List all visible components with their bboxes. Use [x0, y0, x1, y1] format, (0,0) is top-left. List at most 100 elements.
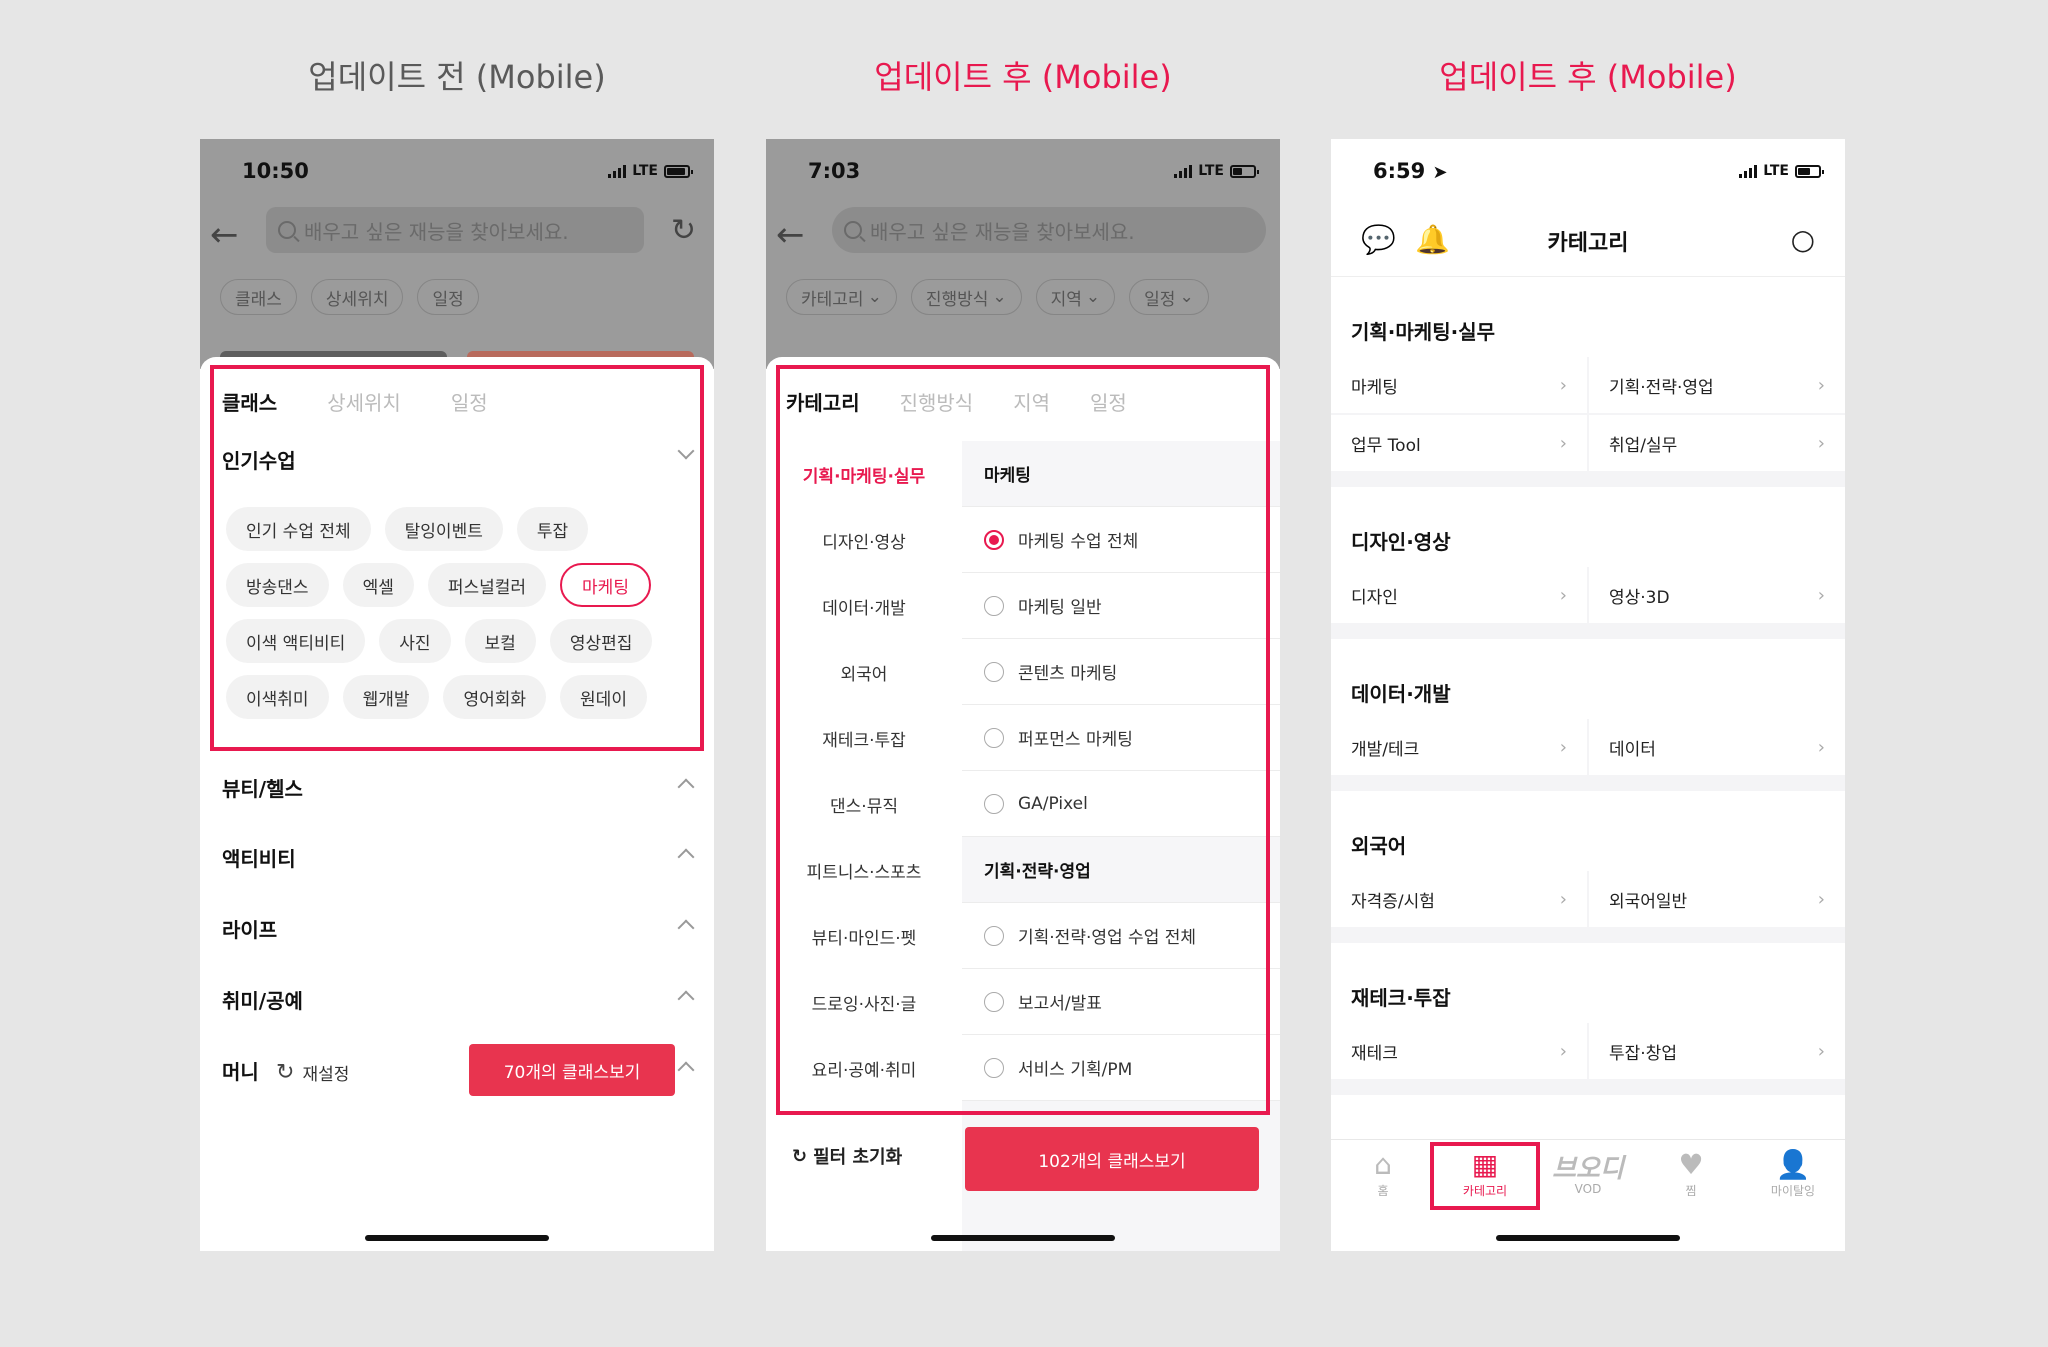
category-link[interactable]: 영상·3D ›	[1589, 567, 1845, 623]
category-link-label: 영상·3D	[1609, 587, 1670, 608]
reset-button[interactable]: ↻ 재설정	[276, 1060, 349, 1085]
battery-icon	[1230, 164, 1259, 178]
section-activity[interactable]: 액티비티	[222, 843, 296, 872]
back-arrow-icon[interactable]: ←	[210, 215, 239, 255]
refresh-icon: ↻	[276, 1060, 295, 1085]
filter-chip-label: 지역	[1050, 289, 1082, 310]
category-link-label: 외국어일반	[1609, 891, 1688, 912]
filter-chip[interactable]: 일정	[417, 279, 479, 315]
search-input[interactable]: 배우고 싶은 재능을 찾아보세요.	[832, 207, 1266, 253]
tab-vod[interactable]: 브오디 VOD	[1538, 1148, 1638, 1196]
heading-after-1: 업데이트 후 (Mobile)	[874, 58, 1172, 96]
tab-wish[interactable]: ♥ 찜	[1641, 1148, 1741, 1199]
refresh-icon[interactable]: ↻	[671, 213, 696, 248]
home-indicator	[931, 1235, 1115, 1241]
status-bar: 7:03 LTE	[766, 139, 1280, 201]
chevron-right-icon: ›	[1817, 432, 1825, 454]
filter-chip[interactable]: 지역 ⌄	[1035, 279, 1116, 315]
category-link[interactable]: 외국어일반 ›	[1589, 871, 1845, 927]
heading-before: 업데이트 전 (Mobile)	[308, 58, 606, 96]
category-link[interactable]: 기획·전략·영업 ›	[1589, 357, 1845, 413]
chevron-right-icon: ›	[1559, 432, 1567, 454]
category-link-label: 자격증/시험	[1351, 891, 1435, 912]
highlight-box	[776, 365, 1270, 1115]
filter-chip[interactable]: 진행방식 ⌄	[910, 279, 1022, 315]
search-icon	[844, 221, 862, 239]
chevron-down-icon: ⌄	[992, 287, 1007, 307]
chevron-up-icon[interactable]	[677, 848, 695, 866]
category-link[interactable]: 재테크 ›	[1331, 1023, 1587, 1079]
chevron-down-icon: ⌄	[1085, 287, 1101, 307]
category-link[interactable]: 데이터 ›	[1589, 719, 1845, 775]
filter-chip[interactable]: 상세위치	[310, 279, 404, 315]
category-link[interactable]: 자격증/시험 ›	[1331, 871, 1587, 927]
category-link[interactable]: 취업/실무 ›	[1589, 415, 1845, 471]
category-group-title: 데이터·개발	[1331, 639, 1845, 719]
tab-label: 홈	[1377, 1184, 1389, 1198]
signal-icon	[1739, 164, 1758, 178]
chevron-up-icon[interactable]	[677, 778, 695, 796]
search-icon	[278, 221, 296, 239]
search-icon[interactable]: ○	[1791, 223, 1815, 256]
section-hobby[interactable]: 취미/공예	[222, 985, 303, 1014]
home-icon: ⌂	[1374, 1148, 1392, 1181]
tab-my[interactable]: 👤 마이탈잉	[1743, 1148, 1843, 1199]
category-link[interactable]: 업무 Tool ›	[1331, 415, 1587, 471]
status-time: 7:03	[808, 159, 861, 183]
show-classes-button[interactable]: 70개의 클래스보기	[469, 1044, 675, 1096]
highlight-box	[1430, 1142, 1540, 1210]
show-classes-button[interactable]: 102개의 클래스보기	[965, 1127, 1259, 1191]
chevron-right-icon: ›	[1817, 888, 1825, 910]
chevron-right-icon: ›	[1559, 584, 1567, 606]
chevron-right-icon: ›	[1817, 736, 1825, 758]
phone-after-2: 6:59 ➤ LTE 💬 🔔 카테고리 ○ 기획·마케팅·실무 마케팅 › 기획·…	[1331, 139, 1845, 1251]
category-link[interactable]: 마케팅 ›	[1331, 357, 1587, 413]
chevron-right-icon: ›	[1817, 1040, 1825, 1062]
filter-chip[interactable]: 카테고리 ⌄	[786, 279, 897, 315]
chevron-down-icon: ⌄	[1179, 287, 1194, 307]
person-icon: 👤	[1775, 1148, 1811, 1181]
tab-home[interactable]: ⌂ 홈	[1333, 1148, 1433, 1199]
status-bar: 6:59 ➤ LTE	[1331, 139, 1845, 201]
filter-reset-button[interactable]: ↻ 필터 초기화	[792, 1143, 902, 1169]
category-group-title: 디자인·영상	[1331, 487, 1845, 567]
chevron-up-icon[interactable]	[677, 990, 695, 1008]
back-arrow-icon[interactable]: ←	[776, 215, 805, 255]
dimmed-header: 7:03 LTE ← 배우고 싶은 재능을 찾아보세요. 카테고리 ⌄ 진행방식 ⌄…	[766, 139, 1280, 369]
category-link-label: 업무 Tool	[1351, 435, 1421, 456]
signal-icon	[1174, 164, 1193, 178]
category-link-label: 데이터	[1609, 739, 1656, 760]
category-link-label: 기획·전략·영업	[1609, 377, 1714, 398]
category-link[interactable]: 투잡·창업 ›	[1589, 1023, 1845, 1079]
chevron-right-icon: ›	[1559, 736, 1567, 758]
filter-sheet: 카테고리 진행방식 지역 일정 기획·마케팅·실무 디자인·영상 데이터·개발 …	[766, 357, 1280, 1251]
filter-chip[interactable]: 일정 ⌄	[1129, 279, 1209, 315]
network-label: LTE	[1198, 163, 1224, 179]
reset-label: 필터 초기화	[813, 1147, 903, 1168]
filter-chip-label: 진행방식	[925, 289, 989, 310]
chevron-right-icon: ›	[1559, 374, 1567, 396]
location-arrow-icon: ➤	[1432, 162, 1448, 183]
chevron-right-icon: ›	[1559, 888, 1567, 910]
phone-after-1: 7:03 LTE ← 배우고 싶은 재능을 찾아보세요. 카테고리 ⌄ 진행방식 ⌄…	[766, 139, 1280, 1251]
search-input[interactable]: 배우고 싶은 재능을 찾아보세요.	[266, 207, 644, 253]
category-link[interactable]: 디자인 ›	[1331, 567, 1587, 623]
bottom-action-bar: ↻ 재설정 70개의 클래스보기	[200, 1044, 714, 1104]
filter-chip-label: 카테고리	[801, 289, 864, 310]
category-group-title: 재테크·투잡	[1331, 943, 1845, 1023]
heart-icon: ♥	[1678, 1148, 1704, 1181]
refresh-icon: ↻	[792, 1145, 808, 1167]
heading-after-2: 업데이트 후 (Mobile)	[1439, 58, 1737, 96]
chevron-right-icon: ›	[1559, 1040, 1567, 1062]
category-link-label: 투잡·창업	[1609, 1043, 1677, 1064]
top-header: 💬 🔔 카테고리 ○	[1331, 201, 1845, 277]
chevron-up-icon[interactable]	[677, 919, 695, 937]
category-link-label: 디자인	[1351, 587, 1398, 608]
status-time: 10:50	[242, 159, 309, 183]
section-life[interactable]: 라이프	[222, 914, 277, 943]
category-grid: 기획·마케팅·실무 마케팅 › 기획·전략·영업 › 업무 Tool › 취업/실무 ›…	[1331, 277, 1845, 1151]
section-beauty[interactable]: 뷰티/헬스	[222, 773, 303, 802]
filter-sheet: 클래스 상세위치 일정 인기수업 인기 수업 전체 탈잉이벤트 투잡 방송댄스 …	[200, 357, 714, 1251]
filter-chip[interactable]: 클래스	[220, 279, 297, 315]
category-link[interactable]: 개발/테크 ›	[1331, 719, 1587, 775]
